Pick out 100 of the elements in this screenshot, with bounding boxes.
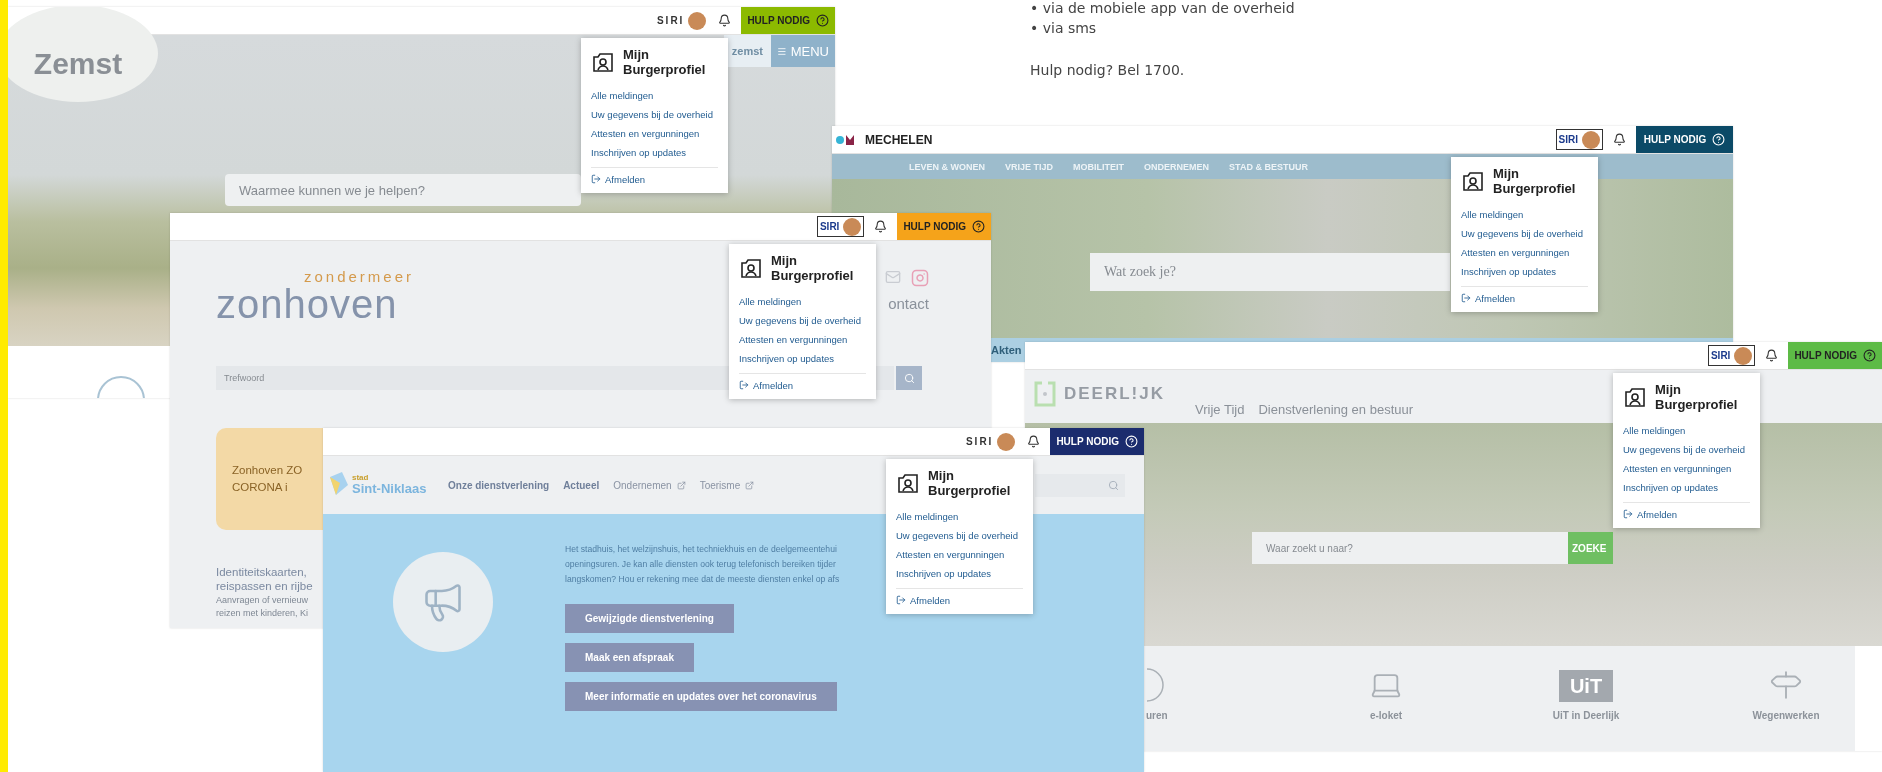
profile-card-icon	[591, 51, 615, 74]
dropdown-link[interactable]: Inschrijven op updates	[1461, 261, 1588, 281]
user-button[interactable]: SIRI	[654, 10, 709, 31]
dropdown-link[interactable]: Alle meldingen	[591, 85, 718, 105]
dropdown-link[interactable]: Inschrijven op updates	[1623, 477, 1750, 497]
search-field[interactable]: Waar zoekt u naar?	[1252, 532, 1568, 564]
dropdown-link[interactable]: Uw gegevens bij de overheid	[1461, 223, 1588, 243]
search-field[interactable]: Waarmee kunnen we je helpen?	[225, 174, 581, 206]
tile-label: e-loket	[1369, 710, 1403, 721]
logout-link[interactable]: Afmelden	[896, 594, 1023, 606]
article-text: Aanvragen of vernieuw	[216, 593, 309, 607]
dropdown-title: Mijn Burgerprofiel	[1493, 167, 1577, 197]
info-card[interactable]: Zonhoven ZO CORONA i	[216, 428, 323, 530]
user-button[interactable]: SIRI	[1555, 129, 1603, 150]
nav-link[interactable]: Actueel	[563, 479, 600, 491]
avatar-circle	[843, 217, 862, 236]
bell-icon[interactable]	[1613, 133, 1626, 146]
tile-link[interactable]: Akten	[991, 344, 1022, 356]
logout-icon	[739, 380, 749, 391]
search-icon	[903, 372, 915, 384]
dropdown-title: Mijn Burgerprofiel	[623, 48, 707, 78]
dropdown-link[interactable]: Alle meldingen	[896, 506, 1023, 526]
logo-text: DEERL!JK	[1064, 383, 1165, 404]
help-button[interactable]: HULP NODIG	[1050, 428, 1144, 455]
logout-icon	[1623, 509, 1633, 520]
search-field[interactable]: Wat zoek je?	[1090, 253, 1450, 291]
help-icon	[1712, 133, 1726, 146]
logout-icon	[1461, 293, 1471, 304]
dropdown-link[interactable]: Attesten en vergunningen	[1623, 458, 1750, 478]
intro-text: openingsuren. Je kan alle diensten ook terug telefonisch bereiken tijder	[565, 558, 836, 571]
dropdown-link[interactable]: Inschrijven op updates	[591, 142, 718, 162]
dropdown-title: Mijn Burgerprofiel	[1655, 383, 1739, 413]
logout-link[interactable]: Afmelden	[1461, 292, 1588, 304]
dropdown-link[interactable]: Uw gegevens bij de overheid	[739, 310, 866, 330]
bell-icon[interactable]	[1765, 349, 1779, 362]
article-text: reizen met kinderen, Ki	[216, 607, 309, 621]
dropdown-link[interactable]: Alle meldingen	[1461, 204, 1588, 224]
dropdown-link[interactable]: Attesten en vergunningen	[739, 329, 866, 349]
dropdown-link[interactable]: Attesten en vergunningen	[896, 544, 1023, 564]
external-link-icon	[676, 480, 686, 490]
list-item: • via sms	[1030, 20, 1098, 36]
logout-link[interactable]: Afmelden	[1623, 508, 1750, 520]
dropdown-link[interactable]: Inschrijven op updates	[739, 348, 866, 368]
user-name: SIRI	[1558, 134, 1578, 145]
list-item: • via de mobiele app van de overheid	[1030, 0, 1295, 16]
logo-text: Sint-Niklaas	[352, 481, 427, 497]
bell-icon[interactable]	[874, 220, 888, 233]
article-title: Identiteitskaarten,	[216, 566, 307, 580]
help-icon	[1125, 435, 1138, 448]
user-name: SIRI	[819, 221, 840, 232]
bell-icon[interactable]	[1027, 435, 1041, 448]
logo-badge: UiT	[1559, 670, 1613, 702]
dropdown-link[interactable]: Uw gegevens bij de overheid	[591, 104, 718, 124]
user-name: SIRI	[965, 436, 994, 447]
logout-link[interactable]: Afmelden	[591, 173, 718, 185]
search-field[interactable]	[1035, 473, 1125, 497]
logout-link[interactable]: Afmelden	[739, 379, 866, 391]
dropdown-link[interactable]: Alle meldingen	[739, 291, 866, 311]
help-icon	[816, 14, 829, 27]
dropdown-link[interactable]: Alle meldingen	[1623, 420, 1750, 440]
profile-card-icon	[739, 257, 763, 280]
bell-icon[interactable]	[718, 14, 732, 27]
help-button[interactable]: HULP NODIG	[1788, 342, 1882, 369]
article-title: reispassen en rijbe	[216, 579, 313, 594]
logout-icon	[591, 174, 601, 185]
logo-text: MECHELEN	[865, 132, 933, 147]
external-link-icon	[745, 480, 755, 490]
user-name: SIRI	[656, 15, 685, 26]
dropdown-title: Mijn Burgerprofiel	[928, 469, 1012, 499]
profile-card-icon	[896, 472, 920, 495]
logo-text: zonhoven	[216, 284, 399, 324]
tile-label: uren	[1146, 710, 1168, 721]
dropdown-link[interactable]: Uw gegevens bij de overheid	[1623, 439, 1750, 459]
dropdown-title: Mijn Burgerprofiel	[771, 254, 855, 284]
user-button[interactable]: SIRI	[963, 431, 1018, 452]
avatar-circle	[1582, 130, 1600, 149]
dropdown-link[interactable]: Inschrijven op updates	[896, 563, 1023, 583]
help-icon	[972, 220, 985, 233]
user-button[interactable]: SIRI	[816, 216, 865, 237]
card-text: CORONA i	[232, 480, 288, 495]
logo-tagline: stad	[352, 473, 370, 482]
nav-link[interactable]: Onze dienstverlening	[448, 479, 550, 491]
intro-text: Het stadhuis, het welzijnshuis, het techniekhuis en de deelgemeentehui	[565, 543, 837, 556]
card-text: Zonhoven ZO	[232, 462, 303, 478]
tile-label: Wegenwerken	[1752, 710, 1820, 721]
avatar-circle	[997, 432, 1016, 451]
avatar-circle	[1734, 346, 1753, 365]
dropdown-link[interactable]: Uw gegevens bij de overheid	[896, 525, 1023, 545]
avatar-circle	[688, 11, 707, 30]
dropdown-link[interactable]: Attesten en vergunningen	[1461, 242, 1588, 262]
user-button[interactable]: SIRI	[1707, 345, 1756, 366]
tile-label: UiT in Deerlijk	[1552, 710, 1620, 721]
help-text: Hulp nodig? Bel 1700.	[1030, 62, 1186, 78]
intro-text: langskomen? Hou er rekening mee dat de meeste diensten enkel op afs	[565, 573, 840, 586]
logo-text: Zemst	[33, 46, 123, 81]
dropdown-link[interactable]: Attesten en vergunningen	[591, 123, 718, 143]
help-button[interactable]: HULP NODIG	[741, 7, 835, 34]
help-button[interactable]: HULP NODIG	[897, 213, 991, 240]
profile-card-icon	[1623, 386, 1647, 409]
help-button[interactable]: HULP NODIG	[1636, 126, 1733, 153]
